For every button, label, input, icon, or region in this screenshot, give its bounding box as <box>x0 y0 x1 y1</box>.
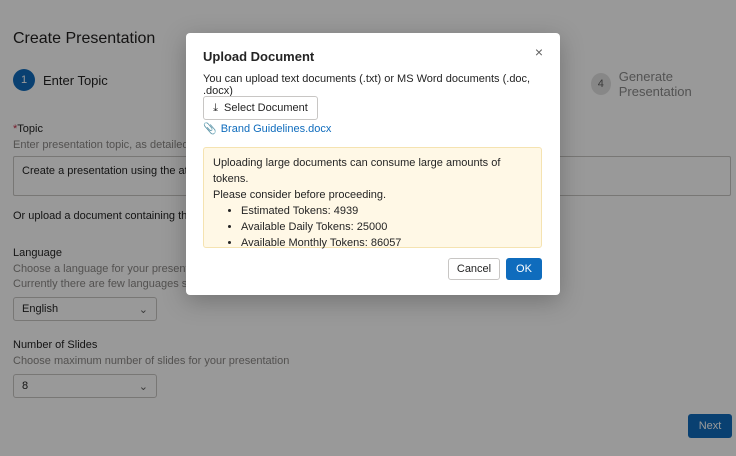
select-document-button[interactable]: ⤓ Select Document <box>203 96 318 120</box>
close-icon[interactable]: × <box>532 45 546 59</box>
attached-file-name: Brand Guidelines.docx <box>220 122 332 135</box>
paperclip-icon: 📎 <box>203 123 217 135</box>
dialog-subtitle: You can upload text documents (.txt) or … <box>203 73 531 97</box>
token-stats-list: Estimated Tokens: 4939 Available Daily T… <box>213 203 532 251</box>
attached-file-link[interactable]: 📎 Brand Guidelines.docx <box>203 122 332 136</box>
daily-tokens: Available Daily Tokens: 25000 <box>241 219 532 235</box>
monthly-tokens: Available Monthly Tokens: 86057 <box>241 235 532 251</box>
upload-document-dialog: Upload Document × You can upload text do… <box>186 33 560 295</box>
token-warning-box: Uploading large documents can consume la… <box>203 147 542 251</box>
warning-line-1: Uploading large documents can consume la… <box>213 157 501 185</box>
estimated-tokens: Estimated Tokens: 4939 <box>241 203 532 219</box>
cancel-button[interactable]: Cancel <box>448 258 500 280</box>
upload-icon: ⤓ <box>213 101 219 114</box>
ok-button[interactable]: OK <box>506 258 542 280</box>
warning-line-2: Please consider before proceeding. <box>213 189 387 201</box>
dialog-title: Upload Document <box>203 49 315 64</box>
select-document-label: Select Document <box>224 102 308 114</box>
